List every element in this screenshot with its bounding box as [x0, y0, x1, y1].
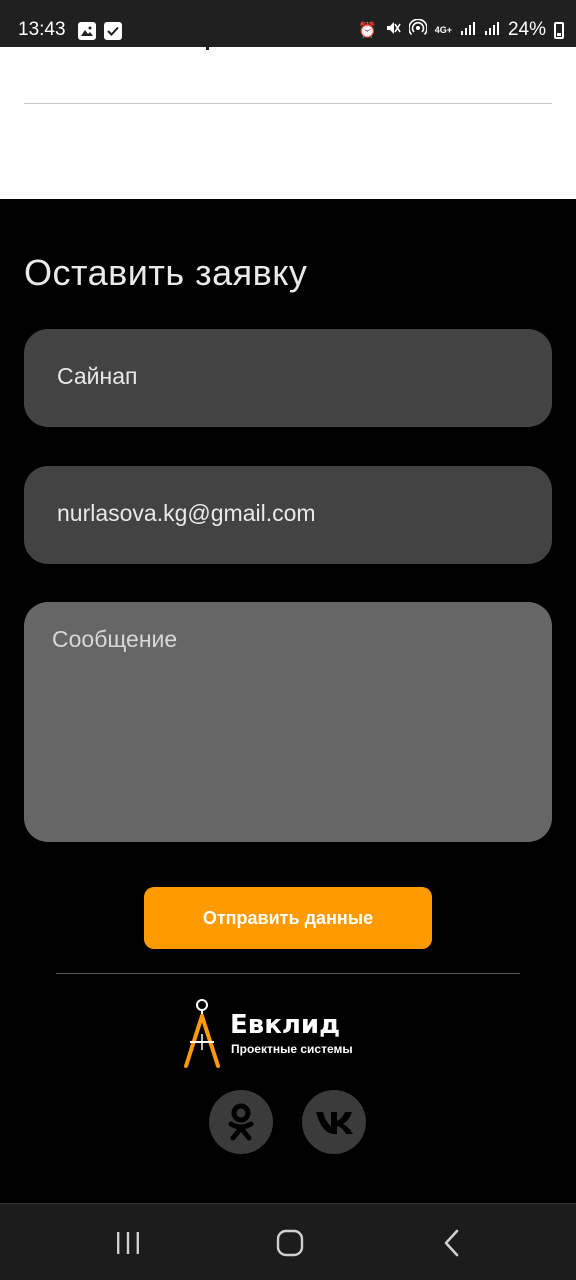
submit-button[interactable]: Отправить данные [144, 887, 432, 949]
name-field-value: Сайнап [57, 363, 138, 389]
image-icon [78, 22, 96, 40]
recent-apps-button[interactable] [108, 1226, 148, 1260]
content-divider [24, 103, 552, 104]
status-bar: 13:43 ⏰ 4G+ 24% [0, 0, 576, 47]
email-field[interactable]: nurlasova.kg@gmail.com [24, 466, 552, 564]
home-button[interactable] [270, 1226, 310, 1260]
mute-icon [385, 20, 401, 40]
odnoklassniki-button[interactable] [209, 1090, 273, 1154]
message-placeholder: Сообщение [52, 626, 178, 652]
alarm-icon: ⏰ [358, 22, 377, 39]
compass-logo-icon [184, 999, 220, 1068]
battery-icon [554, 21, 564, 39]
signal-icon [460, 20, 476, 40]
email-field-value: nurlasova.kg@gmail.com [57, 500, 316, 526]
form-title: Оставить заявку [24, 252, 308, 293]
name-field[interactable]: Сайнап [24, 329, 552, 427]
checkbox-icon [104, 22, 122, 40]
hotspot-icon [407, 18, 428, 41]
back-button[interactable] [432, 1226, 472, 1260]
status-right: ⏰ 4G+ 24% [358, 18, 564, 41]
logo-title: Евклид [230, 1010, 341, 1040]
logo-subtitle: Проектные системы [231, 1042, 353, 1056]
logo[interactable]: Евклид Проектные системы [182, 998, 402, 1070]
vk-icon [316, 1112, 353, 1134]
home-icon [276, 1229, 304, 1257]
content-fragment [206, 47, 209, 50]
message-textarea[interactable]: Сообщение [24, 602, 552, 842]
4g-icon: 4G+ [434, 24, 452, 35]
signal-icon [484, 20, 500, 40]
content-top-section [0, 47, 576, 199]
odnoklassniki-icon [228, 1103, 254, 1141]
system-nav-bar [0, 1203, 576, 1280]
status-left-icons [78, 22, 122, 40]
vk-button[interactable] [302, 1090, 366, 1154]
recent-apps-icon [117, 1232, 139, 1254]
battery-percent: 24% [507, 19, 546, 40]
footer-divider [56, 973, 520, 974]
status-time: 13:43 [18, 19, 66, 40]
back-icon [444, 1229, 459, 1257]
